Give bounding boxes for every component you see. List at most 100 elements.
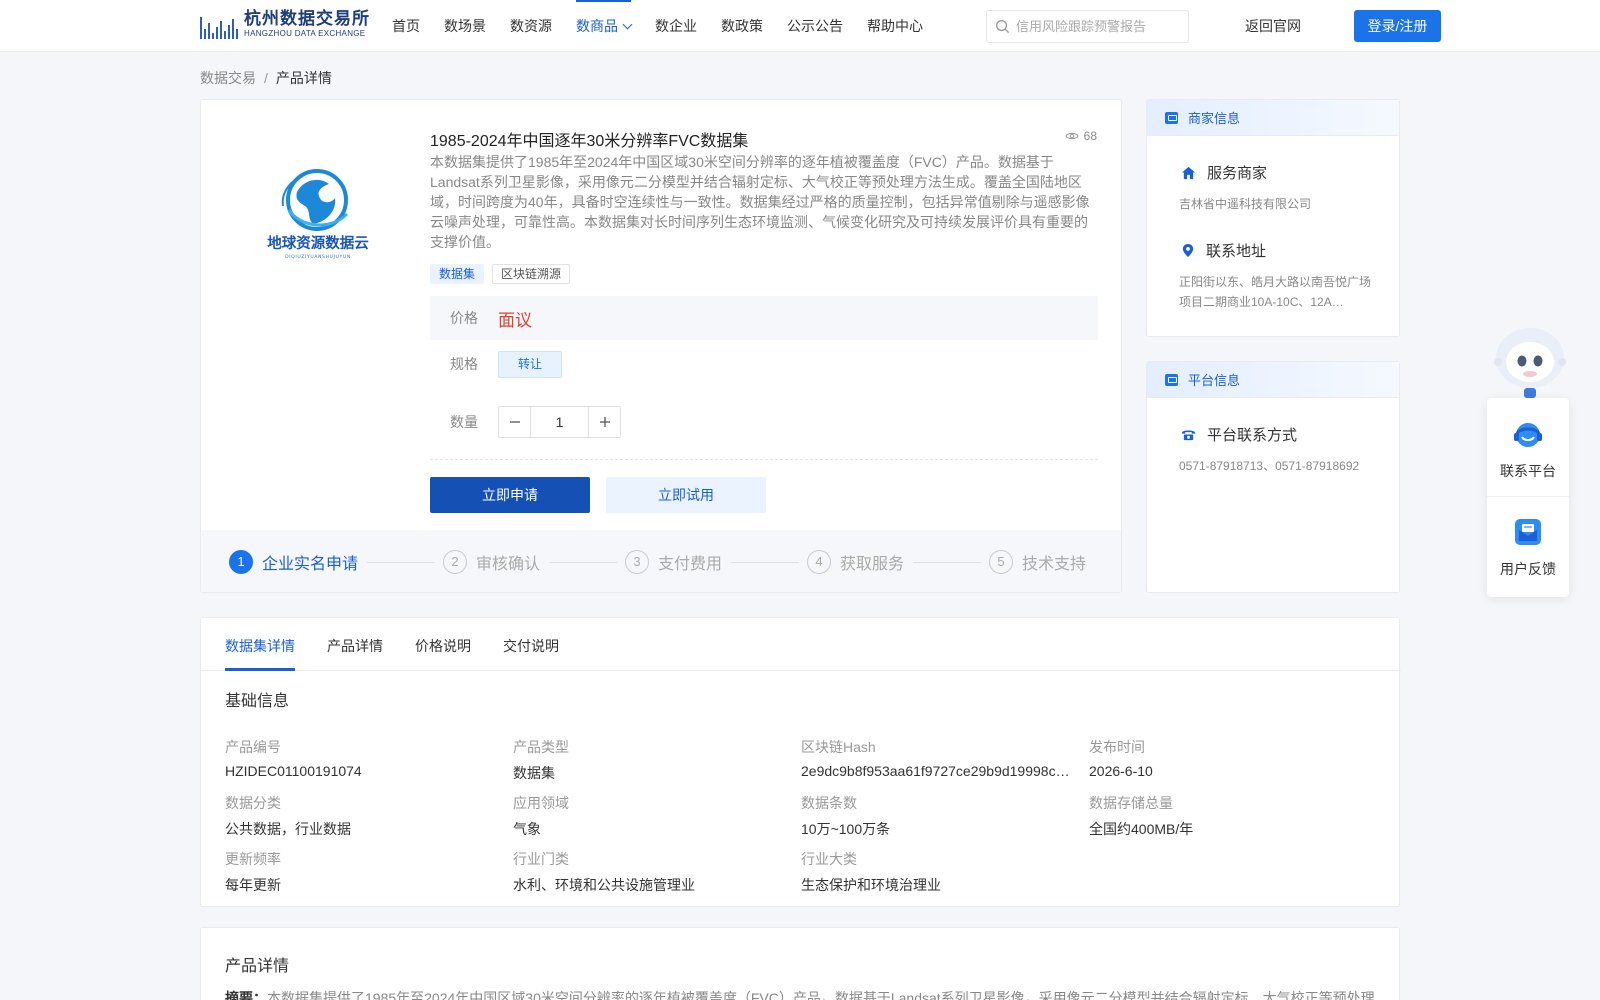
info-item: 发布时间 2026-6-10: [1089, 737, 1364, 779]
login-register-button[interactable]: 登录/注册: [1354, 10, 1441, 42]
eye-icon: [1065, 132, 1079, 140]
product-abstract: 摘要：本数据集提供了1985年至2024年中国区域30米空间分辨率的逐年植被覆盖…: [225, 988, 1377, 1000]
search-icon[interactable]: [995, 19, 1010, 34]
spec-row: 规格 转让: [430, 350, 562, 378]
info-item: 更新频率 每年更新: [225, 849, 500, 895]
active-tab-indicator: [225, 668, 295, 671]
step-label: 获取服务: [840, 556, 905, 573]
nav-resources[interactable]: 数资源: [510, 0, 552, 52]
info-value: 气象: [513, 821, 541, 837]
spec-option-transfer[interactable]: 转让: [498, 350, 562, 378]
product-detail-title: 产品详情: [225, 958, 290, 975]
platform-info-card: 平台信息 平台联系方式 0571-87918713、0571-87918692: [1146, 361, 1400, 593]
return-official-site-link[interactable]: 返回官网: [1245, 0, 1301, 52]
step-label: 企业实名申请: [262, 556, 359, 573]
price-row: 价格 面议: [430, 296, 1098, 340]
info-key: 数据存储总量: [1089, 795, 1173, 811]
info-value: 2e9dc9b8f953aa61f9727ce29b9d19998cc…: [801, 763, 1076, 779]
product-card: 地球资源数据云 DIQIUZIYUANSHUJUYUN 1985-2024年中国…: [200, 99, 1122, 593]
view-count: 68: [1065, 129, 1097, 143]
tab-product-detail[interactable]: 产品详情: [327, 636, 383, 656]
contact-platform-label: 联系平台: [1500, 463, 1556, 479]
info-item: 行业门类 水利、环境和公共设施管理业: [513, 849, 788, 895]
product-title: 1985-2024年中国逐年30米分辨率FVC数据集: [430, 133, 749, 150]
info-value: 生态保护和环境治理业: [801, 877, 941, 893]
step-label: 审核确认: [476, 556, 541, 573]
info-value: 每年更新: [225, 877, 281, 893]
spec-label: 规格: [450, 356, 478, 372]
quantity-input[interactable]: 1: [530, 407, 589, 437]
step-number: 1: [229, 550, 253, 574]
info-item: 数据分类 公共数据，行业数据: [225, 793, 500, 839]
nav-home[interactable]: 首页: [392, 0, 420, 52]
step-5: 5 技术支持: [989, 550, 1086, 574]
nav-policies[interactable]: 数政策: [721, 0, 763, 52]
breadcrumb-current: 产品详情: [275, 70, 332, 86]
step-number: 2: [443, 550, 467, 574]
nav-announcements[interactable]: 公示公告: [787, 0, 843, 52]
info-item: 产品编号 HZIDEC01100191074: [225, 737, 500, 779]
quantity-row: 数量 1: [430, 406, 621, 438]
info-value: 2026-6-10: [1089, 763, 1153, 779]
step-connector: [549, 562, 617, 563]
nav-help[interactable]: 帮助中心: [867, 0, 923, 52]
nav-enterprises[interactable]: 数企业: [655, 0, 697, 52]
info-item: 应用领域 气象: [513, 793, 788, 839]
step-number: 3: [625, 550, 649, 574]
step-4: 4 获取服务: [807, 550, 904, 574]
info-value: 10万~100万条: [801, 821, 891, 837]
process-steps: 1 企业实名申请 2 审核确认 3 支付费用 4 获取服务 5 技术支持: [201, 530, 1121, 592]
info-key: 产品类型: [513, 739, 569, 755]
try-now-button[interactable]: 立即试用: [606, 477, 766, 513]
nav-products[interactable]: 数商品: [576, 0, 633, 52]
tab-dataset-detail[interactable]: 数据集详情: [225, 636, 295, 656]
search-input[interactable]: [1016, 19, 1176, 34]
step-1: 1 企业实名申请: [229, 550, 358, 574]
nav-scenes[interactable]: 数场景: [444, 0, 486, 52]
platform-icon: [1165, 373, 1178, 386]
plus-icon[interactable]: [589, 407, 620, 437]
tab-delivery-info[interactable]: 交付说明: [503, 636, 559, 656]
step-number: 4: [807, 550, 831, 574]
platform-contact-heading: 平台联系方式: [1181, 424, 1297, 445]
search-box: [986, 10, 1189, 43]
info-key: 产品编号: [225, 739, 281, 755]
merchant-name[interactable]: 吉林省中遥科技有限公司: [1179, 194, 1375, 214]
info-key: 数据分类: [225, 795, 281, 811]
float-sidebar: 联系平台 用户反馈: [1487, 398, 1569, 597]
tag-dataset: 数据集: [430, 264, 485, 284]
site-logo[interactable]: 杭州数据交易所 HANGZHOU DATA EXCHANGE: [200, 10, 370, 39]
info-value: HZIDEC01100191074: [225, 763, 362, 779]
contact-platform-button[interactable]: 联系平台: [1487, 420, 1569, 481]
breadcrumb-root[interactable]: 数据交易: [200, 70, 256, 86]
user-feedback-button[interactable]: 用户反馈: [1487, 516, 1569, 579]
step-connector: [367, 562, 435, 563]
robot-assistant-icon[interactable]: [1490, 324, 1570, 398]
step-label: 支付费用: [658, 556, 723, 573]
divider: [430, 459, 1098, 460]
info-key: 应用领域: [513, 795, 569, 811]
top-header: 杭州数据交易所 HANGZHOU DATA EXCHANGE 首页 数场景 数资…: [0, 0, 1600, 52]
logo-bars-icon: [200, 11, 238, 39]
info-key: 区块链Hash: [801, 739, 876, 755]
info-key: 发布时间: [1089, 739, 1145, 755]
info-value: 数据集: [513, 765, 555, 781]
contact-address-title: 联系地址: [1206, 243, 1267, 260]
nav-products-label: 数商品: [576, 18, 618, 34]
info-key: 更新频率: [225, 851, 281, 867]
info-key: 数据条数: [801, 795, 857, 811]
tab-price-info[interactable]: 价格说明: [415, 636, 471, 656]
info-key: 行业门类: [513, 851, 569, 867]
logo-title: 杭州数据交易所: [244, 9, 370, 28]
location-pin-icon: [1182, 243, 1194, 258]
price-label: 价格: [450, 310, 478, 326]
step-number: 5: [989, 550, 1013, 574]
apply-now-button[interactable]: 立即申请: [430, 477, 590, 513]
dataset-detail-card: 数据集详情 产品详情 价格说明 交付说明 基础信息 产品编号 HZIDEC0110…: [200, 617, 1401, 907]
merchant-info-title: 商家信息: [1188, 111, 1241, 126]
headset-icon: [1514, 423, 1542, 447]
info-value: 全国约400MB/年: [1089, 821, 1194, 837]
minus-icon[interactable]: [499, 407, 530, 437]
basic-info-title: 基础信息: [225, 693, 290, 710]
info-item: 数据存储总量全国约400MB/年: [1089, 793, 1364, 839]
